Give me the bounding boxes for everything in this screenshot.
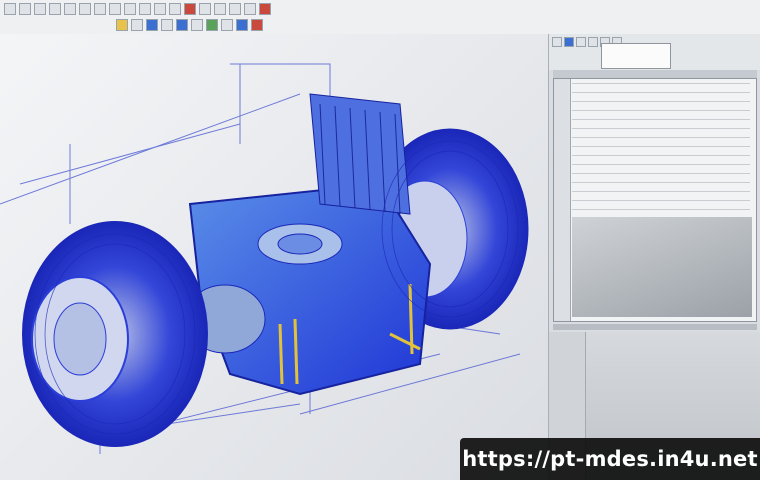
sheet-table — [572, 83, 750, 213]
render-icon[interactable] — [169, 3, 181, 15]
panel-header — [553, 70, 757, 78]
panel-tool-icon[interactable] — [576, 37, 586, 47]
zoom-icon[interactable] — [139, 3, 151, 15]
stop-icon[interactable] — [259, 3, 271, 15]
watermark-url: https://pt-mdes.in4u.net — [460, 438, 760, 480]
new-file-icon[interactable] — [4, 3, 16, 15]
panel-scrollbar[interactable] — [553, 324, 757, 330]
snap-icon[interactable] — [244, 3, 256, 15]
move-icon[interactable] — [109, 3, 121, 15]
measure-icon[interactable] — [131, 19, 143, 31]
redo-icon[interactable] — [79, 3, 91, 15]
panel-tool-icon[interactable] — [552, 37, 562, 47]
right-panel — [548, 34, 760, 480]
dimension-icon[interactable] — [191, 19, 203, 31]
section-icon[interactable] — [161, 19, 173, 31]
sketch-icon[interactable] — [221, 19, 233, 31]
drawing-sheet[interactable] — [553, 78, 757, 322]
pan-icon[interactable] — [154, 3, 166, 15]
rotate-icon[interactable] — [124, 3, 136, 15]
properties-dialog-icon[interactable] — [601, 43, 671, 69]
view-icon[interactable] — [176, 19, 188, 31]
error-icon[interactable] — [251, 19, 263, 31]
material-icon[interactable] — [146, 19, 158, 31]
sheet-sidebar — [554, 79, 571, 321]
print-icon[interactable] — [49, 3, 61, 15]
save-icon[interactable] — [34, 3, 46, 15]
layer-icon[interactable] — [199, 3, 211, 15]
sheet-preview — [572, 217, 752, 317]
panel-tool-icon[interactable] — [588, 37, 598, 47]
main-toolbar — [0, 0, 760, 35]
assembly-icon[interactable] — [206, 19, 218, 31]
panel-tool-icon[interactable] — [564, 37, 574, 47]
3d-viewport[interactable] — [0, 34, 548, 480]
toolbar-row-secondary — [116, 19, 263, 31]
record-icon[interactable] — [184, 3, 196, 15]
toolbar-row-primary — [4, 3, 271, 15]
shade-icon[interactable] — [236, 19, 248, 31]
grid-icon[interactable] — [214, 3, 226, 15]
undo-icon[interactable] — [64, 3, 76, 15]
open-folder-icon[interactable] — [19, 3, 31, 15]
select-icon[interactable] — [94, 3, 106, 15]
settings-icon[interactable] — [229, 3, 241, 15]
highlight-icon[interactable] — [116, 19, 128, 31]
wireframe-3d-model-icon — [0, 63, 529, 454]
